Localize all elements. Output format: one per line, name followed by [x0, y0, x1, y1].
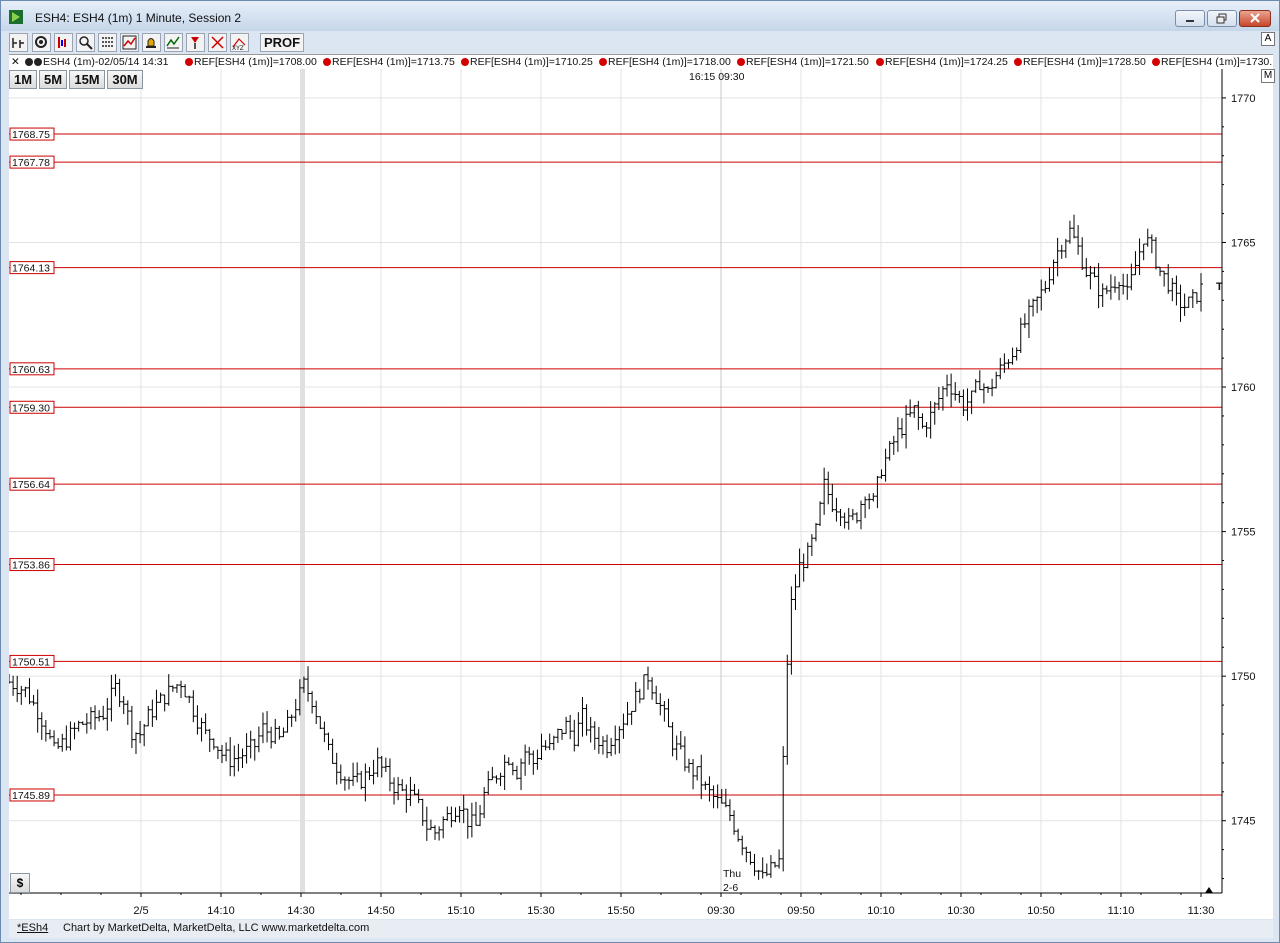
app-logo-icon: [9, 10, 23, 24]
legend-symbol-text: ESH4 (1m)-02/05/14 14:31: [43, 56, 169, 68]
scroll-marker: [1205, 887, 1213, 893]
profile-button[interactable]: PROF: [260, 33, 304, 52]
credit-text: Chart by MarketDelta, MarketDelta, LLC w…: [63, 922, 370, 934]
time-tick-label: 11:10: [1108, 905, 1135, 917]
legend-close-icon[interactable]: ✕: [11, 56, 20, 68]
price-tick-label: 1765: [1231, 237, 1255, 249]
draw-tool-icon[interactable]: [208, 33, 227, 52]
timeframe-30m-button[interactable]: 30M: [107, 70, 143, 89]
reference-label: 1759.30: [12, 402, 50, 414]
bar-style-icon[interactable]: [54, 33, 73, 52]
time-tick-label: 15:50: [607, 905, 635, 917]
timeframe-1m-button[interactable]: 1M: [9, 70, 37, 89]
price-tick-label: 1745: [1231, 816, 1255, 828]
app-window: ESH4: ESH4 (1m) 1 Minute, Session 2 XYZ …: [0, 0, 1280, 943]
time-tick-label: 15:30: [527, 905, 555, 917]
study-legend: ✕ ESH4 (1m)-02/05/14 14:31 REF[ESH4 (1m)…: [9, 54, 1273, 70]
legend-ref: REF[ESH4 (1m)]=1710.25: [461, 56, 593, 68]
dollar-icon[interactable]: $: [10, 873, 30, 893]
zoom-icon[interactable]: [76, 33, 95, 52]
price-tick-label: 1760: [1231, 382, 1255, 394]
legend-ref-text: REF[ESH4 (1m)]=1728.50: [1023, 56, 1146, 68]
time-tick-label: 09:30: [707, 905, 735, 917]
close-icon: [1250, 13, 1260, 23]
line-chart-icon[interactable]: [120, 33, 139, 52]
time-tick-label: 2/5: [133, 905, 148, 917]
legend-symbol: ESH4 (1m)-02/05/14 14:31: [25, 56, 169, 68]
chart-type-icon[interactable]: [9, 33, 28, 52]
time-tick-label: 10:30: [947, 905, 975, 917]
minimize-button[interactable]: [1175, 10, 1205, 27]
price-tick-label: 1770: [1231, 93, 1255, 105]
legend-ref-text: REF[ESH4 (1m)]=1718.00: [608, 56, 731, 68]
reference-label: 1756.64: [12, 479, 50, 491]
time-tick-label: 14:50: [367, 905, 395, 917]
time-tick-label: 14:10: [207, 905, 235, 917]
session-band: [300, 69, 305, 893]
timeframe-5m-button[interactable]: 5M: [39, 70, 67, 89]
time-tick-label: 09:50: [787, 905, 815, 917]
date-marker-date: 2-6: [723, 882, 738, 894]
legend-ref-text: REF[ESH4 (1m)]=1710.25: [470, 56, 593, 68]
chart-area[interactable]: 1768.75 1767.78 1764.13 1760.63 1759.30 1756.…: [7, 69, 1273, 919]
time-tick-label: 10:50: [1027, 905, 1055, 917]
xyz-icon[interactable]: XYZ: [230, 33, 249, 52]
legend-ref: REF[ESH4 (1m)]=1713.75: [323, 56, 455, 68]
chart-toolbar: XYZ PROF: [9, 32, 1273, 54]
title-bar[interactable]: ESH4: ESH4 (1m) 1 Minute, Session 2: [1, 1, 1279, 31]
reference-label: 1764.13: [12, 263, 50, 275]
alert-bell-icon[interactable]: [142, 33, 161, 52]
minimize-icon: [1186, 20, 1194, 22]
corner-a-button[interactable]: A: [1261, 32, 1275, 46]
legend-ref: REF[ESH4 (1m)]=1708.00: [185, 56, 317, 68]
legend-ref: REF[ESH4 (1m)]=1730.: [1152, 56, 1272, 68]
reference-label: 1750.51: [12, 656, 50, 668]
legend-ref: REF[ESH4 (1m)]=1728.50: [1014, 56, 1146, 68]
reference-label: 1753.86: [12, 560, 50, 572]
restore-icon: [1216, 13, 1227, 24]
price-tick-label: 1755: [1231, 527, 1255, 539]
restore-button[interactable]: [1207, 10, 1237, 27]
svg-text:XYZ: XYZ: [232, 45, 244, 51]
time-tick-label: 11:30: [1188, 905, 1215, 917]
status-bar: *ESh4 Chart by MarketDelta, MarketDelta,…: [9, 920, 1273, 938]
reference-label: 1745.89: [12, 790, 50, 802]
session-marker: 16:15 09:30: [689, 71, 745, 83]
reference-label: 1760.63: [12, 364, 50, 376]
window-title: ESH4: ESH4 (1m) 1 Minute, Session 2: [35, 11, 242, 25]
legend-ref: REF[ESH4 (1m)]=1724.25: [876, 56, 1008, 68]
legend-ref: REF[ESH4 (1m)]=1718.00: [599, 56, 731, 68]
price-tick-label: 1750: [1231, 671, 1255, 683]
legend-ref-text: REF[ESH4 (1m)]=1721.50: [746, 56, 869, 68]
scale-mode-button[interactable]: M: [1261, 69, 1275, 83]
legend-ref-text: REF[ESH4 (1m)]=1724.25: [885, 56, 1008, 68]
marker-icon[interactable]: [186, 33, 205, 52]
time-tick-label: 10:10: [867, 905, 895, 917]
legend-ref-text: REF[ESH4 (1m)]=1730.: [1161, 56, 1273, 68]
date-marker-day: Thu: [723, 868, 741, 880]
reference-label: 1768.75: [12, 129, 50, 141]
timeframe-15m-button[interactable]: 15M: [69, 70, 105, 89]
study-icon[interactable]: [164, 33, 183, 52]
symbol-tab[interactable]: *ESh4: [17, 922, 48, 934]
grid-icon[interactable]: [98, 33, 117, 52]
legend-ref-text: REF[ESH4 (1m)]=1708.00: [194, 56, 317, 68]
settings-icon[interactable]: [32, 33, 51, 52]
time-tick-label: 14:30: [287, 905, 315, 917]
price-chart[interactable]: 1768.75 1767.78 1764.13 1760.63 1759.30 1756.…: [7, 69, 1273, 919]
time-tick-label: 15:10: [447, 905, 475, 917]
legend-ref: REF[ESH4 (1m)]=1721.50: [737, 56, 869, 68]
legend-ref-text: REF[ESH4 (1m)]=1713.75: [332, 56, 455, 68]
close-button[interactable]: [1239, 10, 1271, 27]
reference-label: 1767.78: [12, 157, 50, 169]
